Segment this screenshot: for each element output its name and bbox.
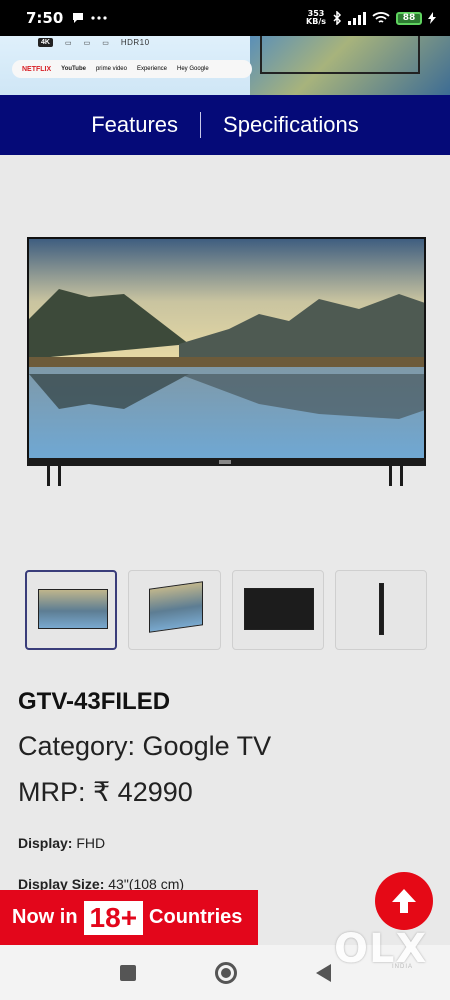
promo-prefix: Now in	[12, 906, 78, 928]
scroll-to-top-button[interactable]	[375, 872, 433, 930]
product-category: Category: Google TV	[18, 731, 272, 761]
app-hey-google: Hey Google	[177, 66, 209, 72]
app-youtube: YouTube	[61, 66, 86, 72]
tv-leg-right	[389, 466, 403, 486]
feature-icon: ▭	[64, 39, 72, 47]
thumbnail-image	[378, 583, 384, 635]
olx-watermark: OLX	[334, 926, 428, 972]
thumbnail-back[interactable]	[231, 570, 324, 650]
thumbnail-side[interactable]	[334, 570, 428, 650]
home-icon[interactable]	[214, 961, 237, 984]
spec-label: Display:	[18, 835, 73, 851]
olx-watermark-sub: INDIA	[392, 964, 414, 970]
landscape-image	[29, 239, 424, 460]
product-main-image[interactable]	[27, 237, 426, 486]
status-time: 7:50	[26, 9, 64, 27]
status-bar: 7:50 353 KB/s 88	[0, 0, 450, 36]
chat-icon	[73, 13, 84, 23]
banner-app-strip: NETFLIX YouTube prime video Experience H…	[12, 60, 252, 78]
notification-icons	[71, 11, 107, 25]
tv-screen-image	[27, 237, 426, 466]
spec-display: Display: FHD	[18, 835, 105, 851]
section-tabs: Features Specifications	[0, 95, 450, 155]
bluetooth-icon	[333, 11, 342, 25]
tab-features[interactable]: Features	[69, 112, 200, 138]
app-netflix: NETFLIX	[22, 65, 52, 73]
signal-icon	[348, 11, 366, 25]
arrow-up-icon	[392, 889, 416, 913]
battery-level: 88	[402, 13, 416, 23]
tv-leg-left	[47, 466, 61, 486]
promo-suffix: Countries	[149, 906, 243, 928]
charging-icon	[428, 12, 436, 24]
badge-hdr: HDR10	[120, 38, 150, 47]
spec-value: FHD	[72, 835, 106, 851]
countries-promo-banner[interactable]: Now in 18+ Countries	[0, 890, 258, 945]
promo-number: 18+	[83, 900, 144, 935]
recent-apps-icon[interactable]	[119, 964, 136, 981]
promo-banner[interactable]: 4K ▭ ▭ ▭ HDR10 NETFLIX YouTube prime vid…	[0, 36, 450, 95]
thumbnail-angled[interactable]	[128, 570, 221, 650]
net-speed-unit: KB/s	[306, 17, 326, 26]
product-price: MRP: ₹ 42990	[18, 777, 193, 807]
feature-icon: ▭	[83, 39, 91, 47]
thumbnail-image	[149, 581, 204, 633]
app-prime-video: prime video	[95, 66, 127, 72]
badge-4k: 4K	[38, 38, 53, 47]
thumbnail-image	[243, 588, 314, 630]
app-experience: Experience	[136, 66, 167, 72]
network-speed: 353 KB/s	[306, 10, 326, 26]
wifi-icon	[372, 12, 390, 23]
thumbnail-front[interactable]	[25, 570, 118, 650]
banner-tv-image	[260, 36, 420, 74]
battery-icon: 88	[396, 11, 422, 25]
thumbnail-image	[38, 589, 108, 629]
back-icon[interactable]	[315, 963, 331, 982]
more-icon	[91, 16, 107, 20]
feature-icon: ▭	[102, 39, 109, 47]
tv-logo	[219, 460, 231, 464]
image-thumbnails	[25, 570, 428, 650]
tab-specifications[interactable]: Specifications	[201, 112, 381, 138]
product-model: GTV-43FILED	[18, 688, 171, 715]
banner-features: 4K ▭ ▭ ▭ HDR10	[38, 38, 150, 47]
